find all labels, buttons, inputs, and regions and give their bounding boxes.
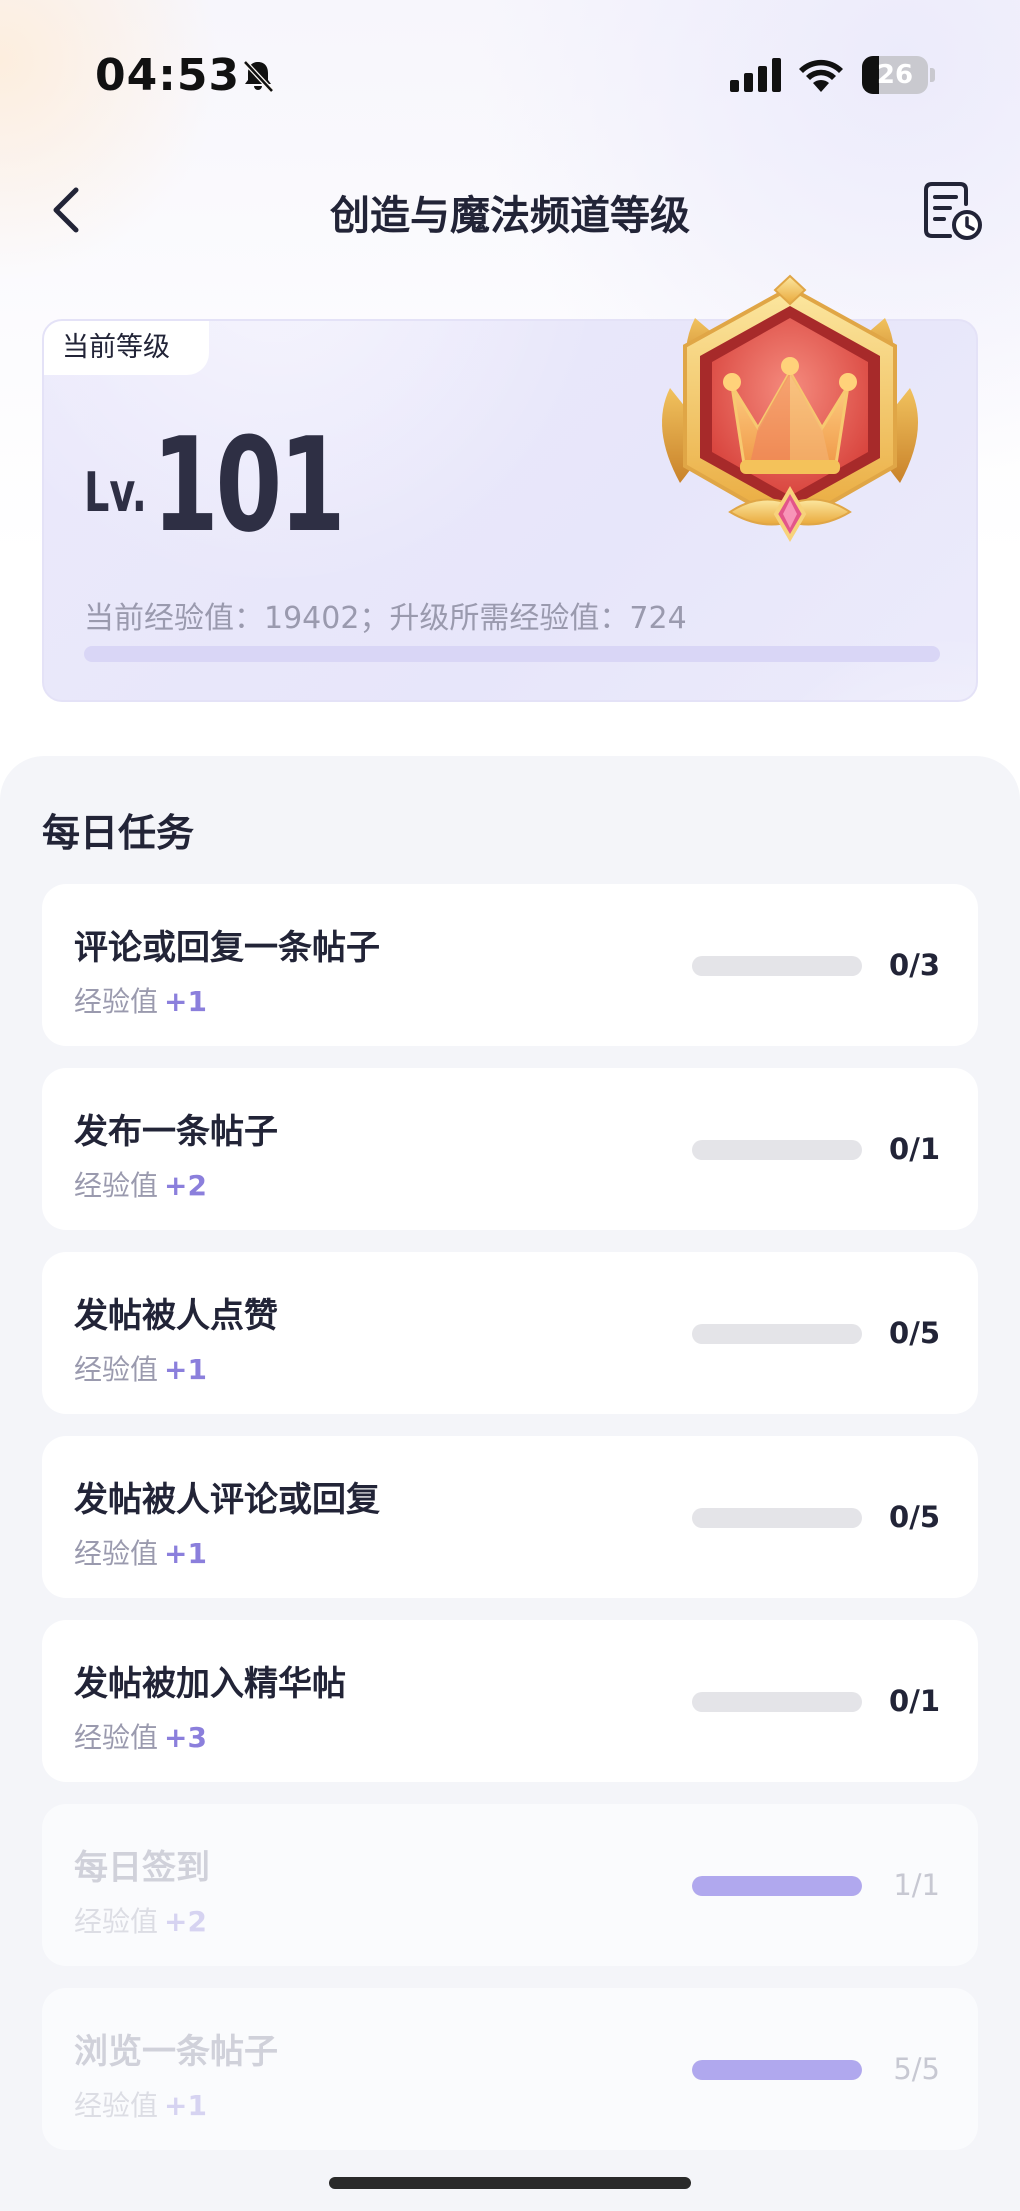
task-card[interactable]: 发帖被加入精华帖 经验值 +3 0/1	[42, 1620, 978, 1782]
task-exp-label: 经验值	[74, 1353, 159, 1386]
task-progress-text: 1/1	[893, 1868, 940, 1902]
task-exp: 经验值 +1	[74, 980, 207, 1020]
page-title: 创造与魔法频道等级	[330, 193, 690, 239]
task-progress-fill	[692, 1876, 862, 1896]
task-exp-value: +1	[164, 2089, 207, 2122]
task-progress-text: 0/5	[889, 1500, 940, 1534]
task-card[interactable]: 评论或回复一条帖子 经验值 +1 0/3	[42, 884, 978, 1046]
task-progress-text: 0/1	[889, 1684, 940, 1718]
task-card[interactable]: 发布一条帖子 经验值 +2 0/1	[42, 1068, 978, 1230]
battery-icon: 26	[862, 56, 936, 94]
task-progress-bar	[692, 1876, 862, 1896]
task-exp-label: 经验值	[74, 1721, 159, 1754]
task-exp: 经验值 +2	[74, 1900, 207, 1940]
bell-slash-icon	[243, 60, 274, 93]
task-progress-bar	[692, 956, 862, 976]
level-prefix: Lv.	[84, 461, 147, 524]
task-exp-value: +1	[164, 1353, 207, 1386]
task-exp-value: +3	[164, 1721, 207, 1754]
task-name: 发帖被加入精华帖	[74, 1664, 346, 1704]
task-name: 发帖被人评论或回复	[74, 1480, 380, 1520]
home-indicator	[329, 2177, 691, 2189]
task-progress-bar	[692, 1140, 862, 1160]
level-value: 101	[152, 409, 346, 561]
battery-tip	[930, 68, 935, 82]
battery-percentage: 26	[876, 60, 914, 90]
task-name: 每日签到	[74, 1848, 210, 1888]
task-exp: 经验值 +3	[74, 1716, 207, 1756]
cellular-signal-icon	[730, 58, 781, 92]
task-name: 发帖被人点赞	[74, 1296, 278, 1336]
task-exp-value: +2	[164, 1905, 207, 1938]
task-exp-label: 经验值	[74, 985, 159, 1018]
current-level-tag: 当前等级	[44, 321, 209, 375]
task-name: 评论或回复一条帖子	[74, 928, 380, 968]
task-progress-bar	[692, 1508, 862, 1528]
history-list-icon[interactable]	[922, 180, 984, 242]
task-progress-bar	[692, 1692, 862, 1712]
experience-text: 当前经验值：19402；升级所需经验值：724	[84, 601, 687, 636]
task-name: 发布一条帖子	[74, 1112, 278, 1152]
crown-badge-icon	[662, 274, 918, 542]
task-card[interactable]: 浏览一条帖子 经验值 +1 5/5	[42, 1988, 978, 2150]
task-exp: 经验值 +2	[74, 1164, 207, 1204]
task-progress-fill	[692, 2060, 862, 2080]
task-progress-text: 0/3	[889, 948, 940, 982]
task-exp-value: +2	[164, 1169, 207, 1202]
task-exp-value: +1	[164, 985, 207, 1018]
level-progress-bar	[84, 646, 940, 662]
task-exp-value: +1	[164, 1537, 207, 1570]
task-progress-text: 5/5	[893, 2052, 940, 2086]
task-progress-text: 0/5	[889, 1316, 940, 1350]
wifi-icon	[799, 59, 843, 92]
task-card[interactable]: 每日签到经验值 +2 1/1	[42, 1804, 978, 1966]
task-progress-bar	[692, 2060, 862, 2080]
task-exp: 经验值 +1	[74, 1532, 207, 1572]
task-progress-bar	[692, 1324, 862, 1344]
status-bar: 04:53 26	[0, 0, 1020, 150]
task-name: 浏览一条帖子	[74, 2032, 278, 2072]
task-exp: 经验值 +1	[74, 1348, 207, 1388]
task-card[interactable]: 发帖被人点赞 经验值 +1 0/5	[42, 1252, 978, 1414]
battery-body: 26	[862, 56, 928, 94]
task-exp-label: 经验值	[74, 1537, 159, 1570]
task-exp-label: 经验值	[74, 1905, 159, 1938]
task-progress-text: 0/1	[889, 1132, 940, 1166]
task-exp-label: 经验值	[74, 2089, 159, 2122]
status-time: 04:53	[95, 50, 241, 101]
task-exp-label: 经验值	[74, 1169, 159, 1202]
task-card[interactable]: 发帖被人评论或回复 经验值 +1 0/5	[42, 1436, 978, 1598]
daily-tasks-title: 每日任务	[42, 811, 195, 855]
daily-tasks-section: 每日任务 评论或回复一条帖子 经验值 +1 0/3 发布一条帖子 经验值 +2 0/1 发帖被人…	[0, 756, 1020, 2211]
task-exp: 经验值 +1	[74, 2084, 207, 2124]
